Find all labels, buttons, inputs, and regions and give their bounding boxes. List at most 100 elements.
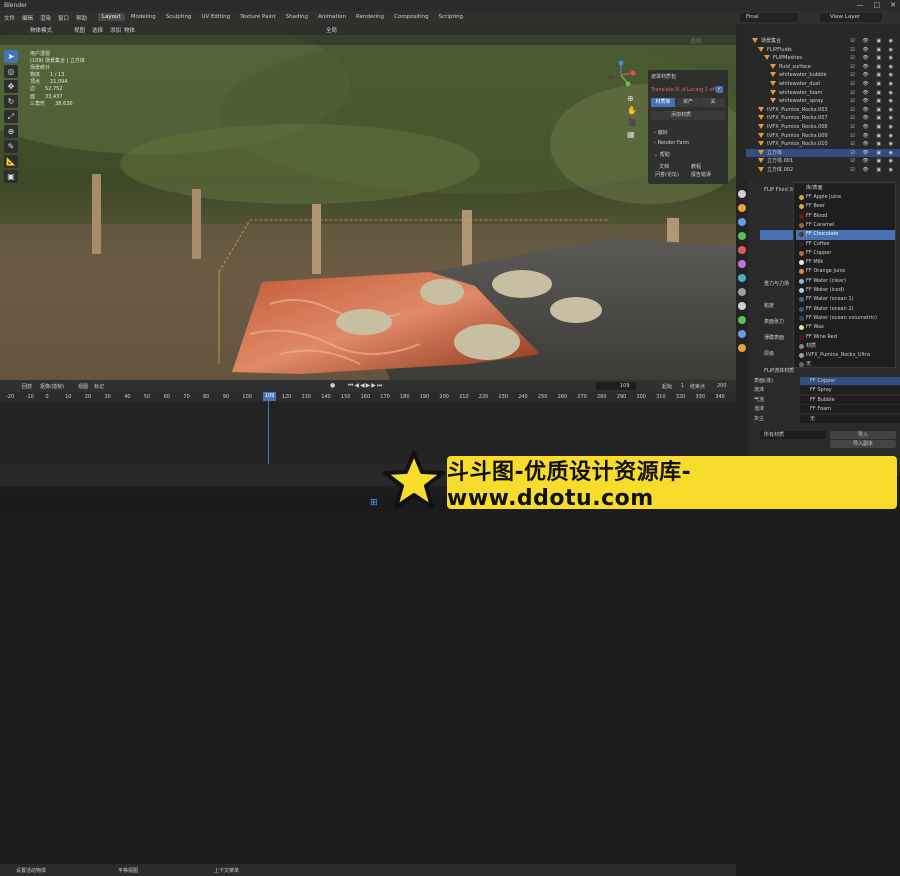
- rotate-tool-icon[interactable]: ↻: [4, 95, 18, 108]
- visibility-toggles-icon[interactable]: ☑ 👁 ▣ ◉: [850, 106, 896, 115]
- property-tab-icon[interactable]: [738, 260, 746, 268]
- fluid-material-select[interactable]: 无: [800, 414, 900, 423]
- visibility-toggles-icon[interactable]: ☑ 👁 ▣ ◉: [850, 80, 896, 89]
- grid-icon[interactable]: ▦: [627, 130, 637, 139]
- transform-tool-icon[interactable]: ⊕: [4, 125, 18, 138]
- tab-uv-editing[interactable]: UV Editing: [197, 13, 234, 21]
- outliner-row[interactable]: tVFX_Pumice_Rocks.009 ☑ 👁 ▣ ◉: [746, 132, 900, 141]
- marker-menu[interactable]: 标记: [94, 383, 104, 390]
- outliner-row[interactable]: tVFX_Pumice_Rocks.008 ☑ 👁 ▣ ◉: [746, 123, 900, 132]
- outliner-row[interactable]: 场景集合 ☑ 👁 ▣ ◉: [746, 37, 900, 46]
- tab-material-library[interactable]: 材质库: [651, 98, 675, 107]
- material-option[interactable]: tVFX_Pumice_Rocks_Ultra: [796, 351, 895, 360]
- material-option[interactable]: FF Beer: [796, 202, 895, 211]
- visibility-toggles-icon[interactable]: ☑ 👁 ▣ ◉: [850, 114, 896, 123]
- property-tab-icon[interactable]: [738, 190, 746, 198]
- visibility-toggles-icon[interactable]: ☑ 👁 ▣ ◉: [850, 71, 896, 80]
- report-bug-link[interactable]: 报告错误: [691, 171, 711, 179]
- section-help[interactable]: ⌄ 帮助: [654, 151, 670, 158]
- visibility-toggles-icon[interactable]: ☑ 👁 ▣ ◉: [850, 54, 896, 63]
- outliner-row[interactable]: whitewater_bubble ☑ 👁 ▣ ◉: [746, 71, 900, 80]
- property-tab-icon[interactable]: [738, 274, 746, 282]
- scene-selector[interactable]: Final: [740, 13, 798, 22]
- material-option[interactable]: FF Water (iced): [796, 286, 895, 295]
- cursor-tool-icon[interactable]: ◎: [4, 65, 18, 78]
- outliner-row[interactable]: whitewater_dust ☑ 👁 ▣ ◉: [746, 80, 900, 89]
- visibility-toggles-icon[interactable]: ☑ 👁 ▣ ◉: [850, 97, 896, 106]
- material-option[interactable]: FF Water (ocean 1): [796, 295, 895, 304]
- outliner-row[interactable]: tVFX_Pumice_Rocks.007 ☑ 👁 ▣ ◉: [746, 114, 900, 123]
- fluid-material-select[interactable]: FF Spray: [800, 386, 900, 395]
- outliner-row[interactable]: tVFX_Pumice_Rocks.003 ☑ 👁 ▣ ◉: [746, 106, 900, 115]
- material-option[interactable]: FF Chocolate: [796, 230, 895, 240]
- tab-layout[interactable]: Layout: [98, 13, 125, 21]
- property-tab-icon[interactable]: [738, 344, 746, 352]
- visibility-toggles-icon[interactable]: ☑ 👁 ▣ ◉: [850, 37, 896, 46]
- field-surface-tension[interactable]: 表面张力: [764, 318, 784, 325]
- outliner-row[interactable]: FLIPMeshes ☑ 👁 ▣ ◉: [746, 54, 900, 63]
- outliner-row[interactable]: tVFX_Pumice_Rocks.010 ☑ 👁 ▣ ◉: [746, 140, 900, 149]
- visibility-toggles-icon[interactable]: ☑ 👁 ▣ ◉: [850, 46, 896, 55]
- field-level[interactable]: 层级: [764, 350, 774, 357]
- section-render-farm[interactable]: › Render Farm: [654, 140, 689, 146]
- property-tab-icon[interactable]: [738, 316, 746, 324]
- material-option[interactable]: FF Caramel: [796, 221, 895, 230]
- keying-menu[interactable]: 抠像(插帧): [40, 383, 64, 390]
- visibility-toggles-icon[interactable]: ☑ 👁 ▣ ◉: [850, 140, 896, 149]
- menu-render[interactable]: 渲染: [40, 14, 51, 22]
- playback-controls[interactable]: ⏮◀◀▶▶⏭: [348, 382, 383, 390]
- fluid-material-select[interactable]: FF Copper: [800, 377, 900, 385]
- tab-compositing[interactable]: Compositing: [390, 13, 432, 21]
- material-option[interactable]: 无: [796, 360, 895, 369]
- material-option[interactable]: 材质: [796, 342, 895, 351]
- windows-start-icon[interactable]: ⊞: [370, 498, 378, 508]
- select-tool-icon[interactable]: ➤: [4, 50, 18, 63]
- material-option[interactable]: FF Water (clear): [796, 277, 895, 286]
- forum-link[interactable]: 问答(论坛): [655, 171, 679, 179]
- docs-link[interactable]: 文档: [659, 163, 669, 171]
- outliner-row[interactable]: 立方体.001 ☑ 👁 ▣ ◉: [746, 157, 900, 166]
- outliner-row[interactable]: 立方体.002 ☑ 👁 ▣ ◉: [746, 166, 900, 175]
- material-option[interactable]: FF Water (ocean volumetric): [796, 314, 895, 323]
- start-frame-field[interactable]: 1: [681, 383, 684, 389]
- property-tab-icon[interactable]: [738, 302, 746, 310]
- scale-tool-icon[interactable]: ⤢: [4, 110, 18, 123]
- current-frame-field[interactable]: 109: [596, 382, 636, 390]
- material-option[interactable]: FF Orange Juice: [796, 267, 895, 276]
- tab-rendering[interactable]: Rendering: [352, 13, 388, 21]
- material-option[interactable]: FF Blood: [796, 212, 895, 221]
- property-tab-icon[interactable]: [738, 218, 746, 226]
- property-tab-icon[interactable]: [738, 232, 746, 240]
- outliner-row[interactable]: fluid_surface ☑ 👁 ▣ ◉: [746, 63, 900, 72]
- menu-file[interactable]: 文件: [4, 14, 15, 22]
- end-frame-field[interactable]: 200: [717, 383, 727, 389]
- minimize-button[interactable]: —: [857, 1, 864, 9]
- maximize-button[interactable]: □: [874, 1, 881, 9]
- playback-menu[interactable]: 回放: [22, 383, 32, 390]
- view-layer-selector[interactable]: View Layer: [820, 13, 882, 22]
- timeline-ruler[interactable]: -20 -10 0 10 20 30 40 50 60 70 80 90 100 109 120 130 140…: [0, 392, 736, 402]
- add-material-button[interactable]: 添加材质: [651, 111, 725, 120]
- tab-sculpting[interactable]: Sculpting: [162, 13, 196, 21]
- material-option[interactable]: FF Wax: [796, 323, 895, 332]
- outliner-row[interactable]: FLIPFluids ☑ 👁 ▣ ◉: [746, 46, 900, 55]
- add-cube-tool-icon[interactable]: ▣: [4, 170, 18, 183]
- close-button[interactable]: ✕: [890, 1, 896, 9]
- material-option[interactable]: FF Water (ocean 2): [796, 305, 895, 314]
- property-tab-icon[interactable]: [738, 288, 746, 296]
- material-option[interactable]: FF Wine Red: [796, 333, 895, 342]
- tab-scripting[interactable]: Scripting: [435, 13, 467, 21]
- menu-help[interactable]: 帮助: [76, 14, 87, 22]
- visibility-toggles-icon[interactable]: ☑ 👁 ▣ ◉: [850, 166, 896, 175]
- visibility-toggles-icon[interactable]: ☑ 👁 ▣ ◉: [850, 63, 896, 72]
- tab-close[interactable]: 关: [701, 98, 725, 107]
- fluid-material-select[interactable]: FF Foam: [800, 405, 900, 414]
- field-viscosity[interactable]: 粘度: [764, 302, 774, 309]
- view-menu[interactable]: 视图: [74, 26, 85, 34]
- fluid-material-select[interactable]: FF Bubble: [800, 395, 900, 404]
- property-tab-icon[interactable]: [738, 246, 746, 254]
- outliner-row[interactable]: whitewater_foam ☑ 👁 ▣ ◉: [746, 89, 900, 98]
- tutorials-link[interactable]: 教程: [691, 163, 701, 171]
- section-preferences[interactable]: › 偏好: [654, 129, 668, 136]
- view-menu[interactable]: 视图: [78, 383, 88, 390]
